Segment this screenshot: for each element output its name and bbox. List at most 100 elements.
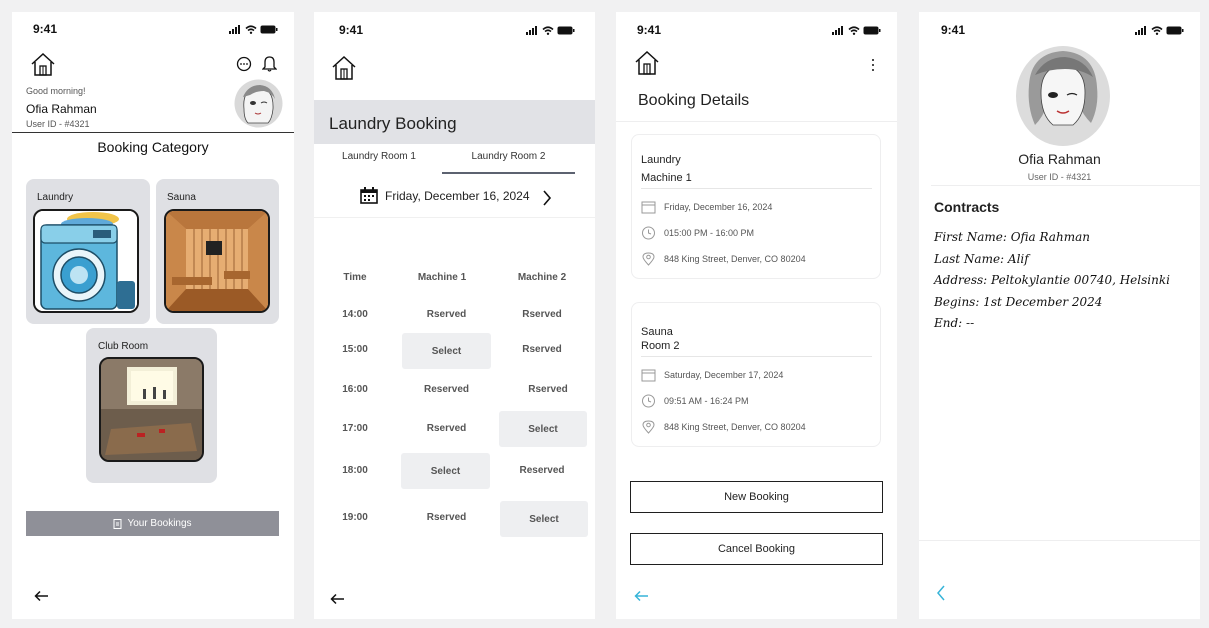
status-icons — [229, 25, 278, 34]
booking-date: Friday, December 16, 2024 — [664, 202, 773, 212]
wifi-icon — [1151, 26, 1163, 35]
booking-time-row: 09:51 AM - 16:24 PM — [641, 394, 749, 408]
profile-name: Ofia Rahman — [1018, 151, 1101, 167]
profile-avatar[interactable] — [1015, 45, 1111, 148]
slot-select-button[interactable]: Select — [499, 411, 587, 447]
booking-address: 848 King Street, Denver, CO 80204 — [664, 422, 806, 432]
contract-begins: Begins: 1st December 2024 — [934, 294, 1103, 309]
location-pin-icon — [642, 420, 655, 434]
cancel-booking-button[interactable]: Cancel Booking — [630, 533, 883, 565]
slot-machine-1: Rserved — [426, 309, 467, 320]
tab-laundry-room-2[interactable]: Laundry Room 2 — [442, 151, 575, 162]
washing-machine-icon — [35, 211, 137, 311]
row-time: 15:00 — [342, 344, 368, 355]
calendar-icon — [641, 201, 656, 214]
slot-machine-2: Rserved — [522, 309, 562, 320]
greeting: Good morning! — [26, 86, 86, 96]
status-time: 9:41 — [637, 23, 662, 37]
divider — [641, 188, 872, 189]
row-time: 14:00 — [342, 309, 368, 320]
laundry-image — [33, 209, 139, 313]
booking-time: 09:51 AM - 16:24 PM — [664, 396, 749, 406]
battery-icon — [1166, 26, 1184, 35]
home-icon[interactable] — [30, 52, 56, 77]
status-time: 9:41 — [33, 22, 58, 36]
home-icon[interactable] — [634, 50, 660, 76]
new-booking-button[interactable]: New Booking — [630, 481, 883, 513]
booking-time-row: 015:00 PM - 16:00 PM — [641, 226, 754, 240]
category-label: Club Room — [98, 341, 149, 352]
your-bookings-button[interactable]: Your Bookings — [26, 511, 279, 536]
row-time: 19:00 — [342, 512, 368, 523]
booking-address: 848 King Street, Denver, CO 80204 — [664, 254, 806, 264]
tab-laundry-room-1[interactable]: Laundry Room 1 — [324, 151, 434, 162]
battery-icon — [260, 25, 278, 34]
club-room-scene-icon — [101, 359, 202, 460]
contract-details: First Name: Ofia Rahman Last Name: Alif … — [934, 227, 1196, 335]
category-card-sauna[interactable]: Sauna — [156, 179, 279, 324]
active-tab-indicator — [442, 172, 575, 174]
slot-select-button[interactable]: Select — [401, 453, 490, 489]
user-id: User ID - #4321 — [26, 119, 90, 129]
divider — [12, 132, 294, 133]
calendar-icon[interactable] — [360, 187, 378, 204]
status-icons — [526, 26, 575, 35]
slot-select-button[interactable]: Select — [500, 501, 588, 537]
signal-icon — [832, 26, 843, 35]
more-vertical-icon[interactable] — [870, 58, 876, 72]
back-arrow-icon[interactable] — [634, 590, 650, 602]
category-card-club-room[interactable]: Club Room — [86, 328, 217, 483]
chat-icon[interactable] — [236, 56, 252, 72]
divider — [919, 540, 1200, 541]
clock-icon — [642, 226, 655, 240]
booking-details-screen: 9:41 Booking Details Laundry Machine 1 F… — [616, 12, 897, 619]
signal-icon — [1135, 26, 1146, 35]
booking-date: Saturday, December 17, 2024 — [664, 370, 784, 380]
home-icon[interactable] — [331, 55, 357, 81]
avatar[interactable] — [234, 79, 283, 128]
your-bookings-label: Your Bookings — [127, 518, 192, 529]
booking-address-row: 848 King Street, Denver, CO 80204 — [641, 252, 806, 266]
slot-machine-1: Reserved — [423, 384, 470, 395]
category-label: Sauna — [167, 192, 196, 203]
category-label: Laundry — [37, 192, 74, 203]
booking-category: Sauna — [641, 326, 673, 338]
profile-screen: 9:41 Ofia Rahman User ID - #4321 Contrac… — [919, 12, 1200, 619]
chevron-left-icon[interactable] — [936, 585, 946, 601]
divider — [314, 217, 595, 218]
section-title: Contracts — [934, 199, 1000, 215]
chevron-right-icon[interactable] — [542, 190, 552, 206]
slot-machine-2: Rserved — [522, 344, 562, 355]
sauna-image — [164, 209, 270, 313]
divider — [641, 356, 872, 357]
slot-machine-1: Rserved — [426, 512, 467, 523]
booking-item: Room 2 — [641, 340, 680, 352]
club-room-image — [99, 357, 204, 462]
slot-machine-2: Rserved — [528, 384, 568, 395]
selected-date: Friday, December 16, 2024 — [385, 189, 530, 203]
booking-category: Laundry — [641, 154, 681, 166]
slot-select-button[interactable]: Select — [402, 333, 491, 369]
back-arrow-icon[interactable] — [34, 590, 50, 602]
laundry-booking-screen: 9:41 Laundry Booking Laundry Room 1 Laun… — [314, 12, 595, 619]
column-header-machine-1: Machine 1 — [417, 272, 467, 283]
status-time: 9:41 — [339, 23, 364, 37]
wifi-icon — [245, 25, 257, 34]
calendar-icon — [641, 369, 656, 382]
bell-icon[interactable] — [262, 55, 277, 72]
booking-card-laundry[interactable]: Laundry Machine 1 Friday, December 16, 2… — [631, 134, 881, 279]
document-icon — [113, 518, 122, 529]
booking-date-row: Friday, December 16, 2024 — [641, 200, 772, 214]
divider — [931, 185, 1200, 186]
booking-time: 015:00 PM - 16:00 PM — [664, 228, 755, 238]
home-screen: 9:41 Good morning! Ofia Rahman User ID -… — [12, 12, 294, 619]
contract-first-name: First Name: Ofia Rahman — [934, 230, 1090, 244]
booking-card-sauna[interactable]: Sauna Room 2 Saturday, December 17, 2024… — [631, 302, 881, 447]
category-card-laundry[interactable]: Laundry — [26, 179, 150, 324]
signal-icon — [229, 25, 240, 34]
battery-icon — [557, 26, 575, 35]
booking-item: Machine 1 — [641, 172, 692, 184]
status-icons — [832, 26, 881, 35]
back-arrow-icon[interactable] — [330, 593, 346, 605]
contract-last-name: Last Name: Alif — [934, 251, 1029, 266]
